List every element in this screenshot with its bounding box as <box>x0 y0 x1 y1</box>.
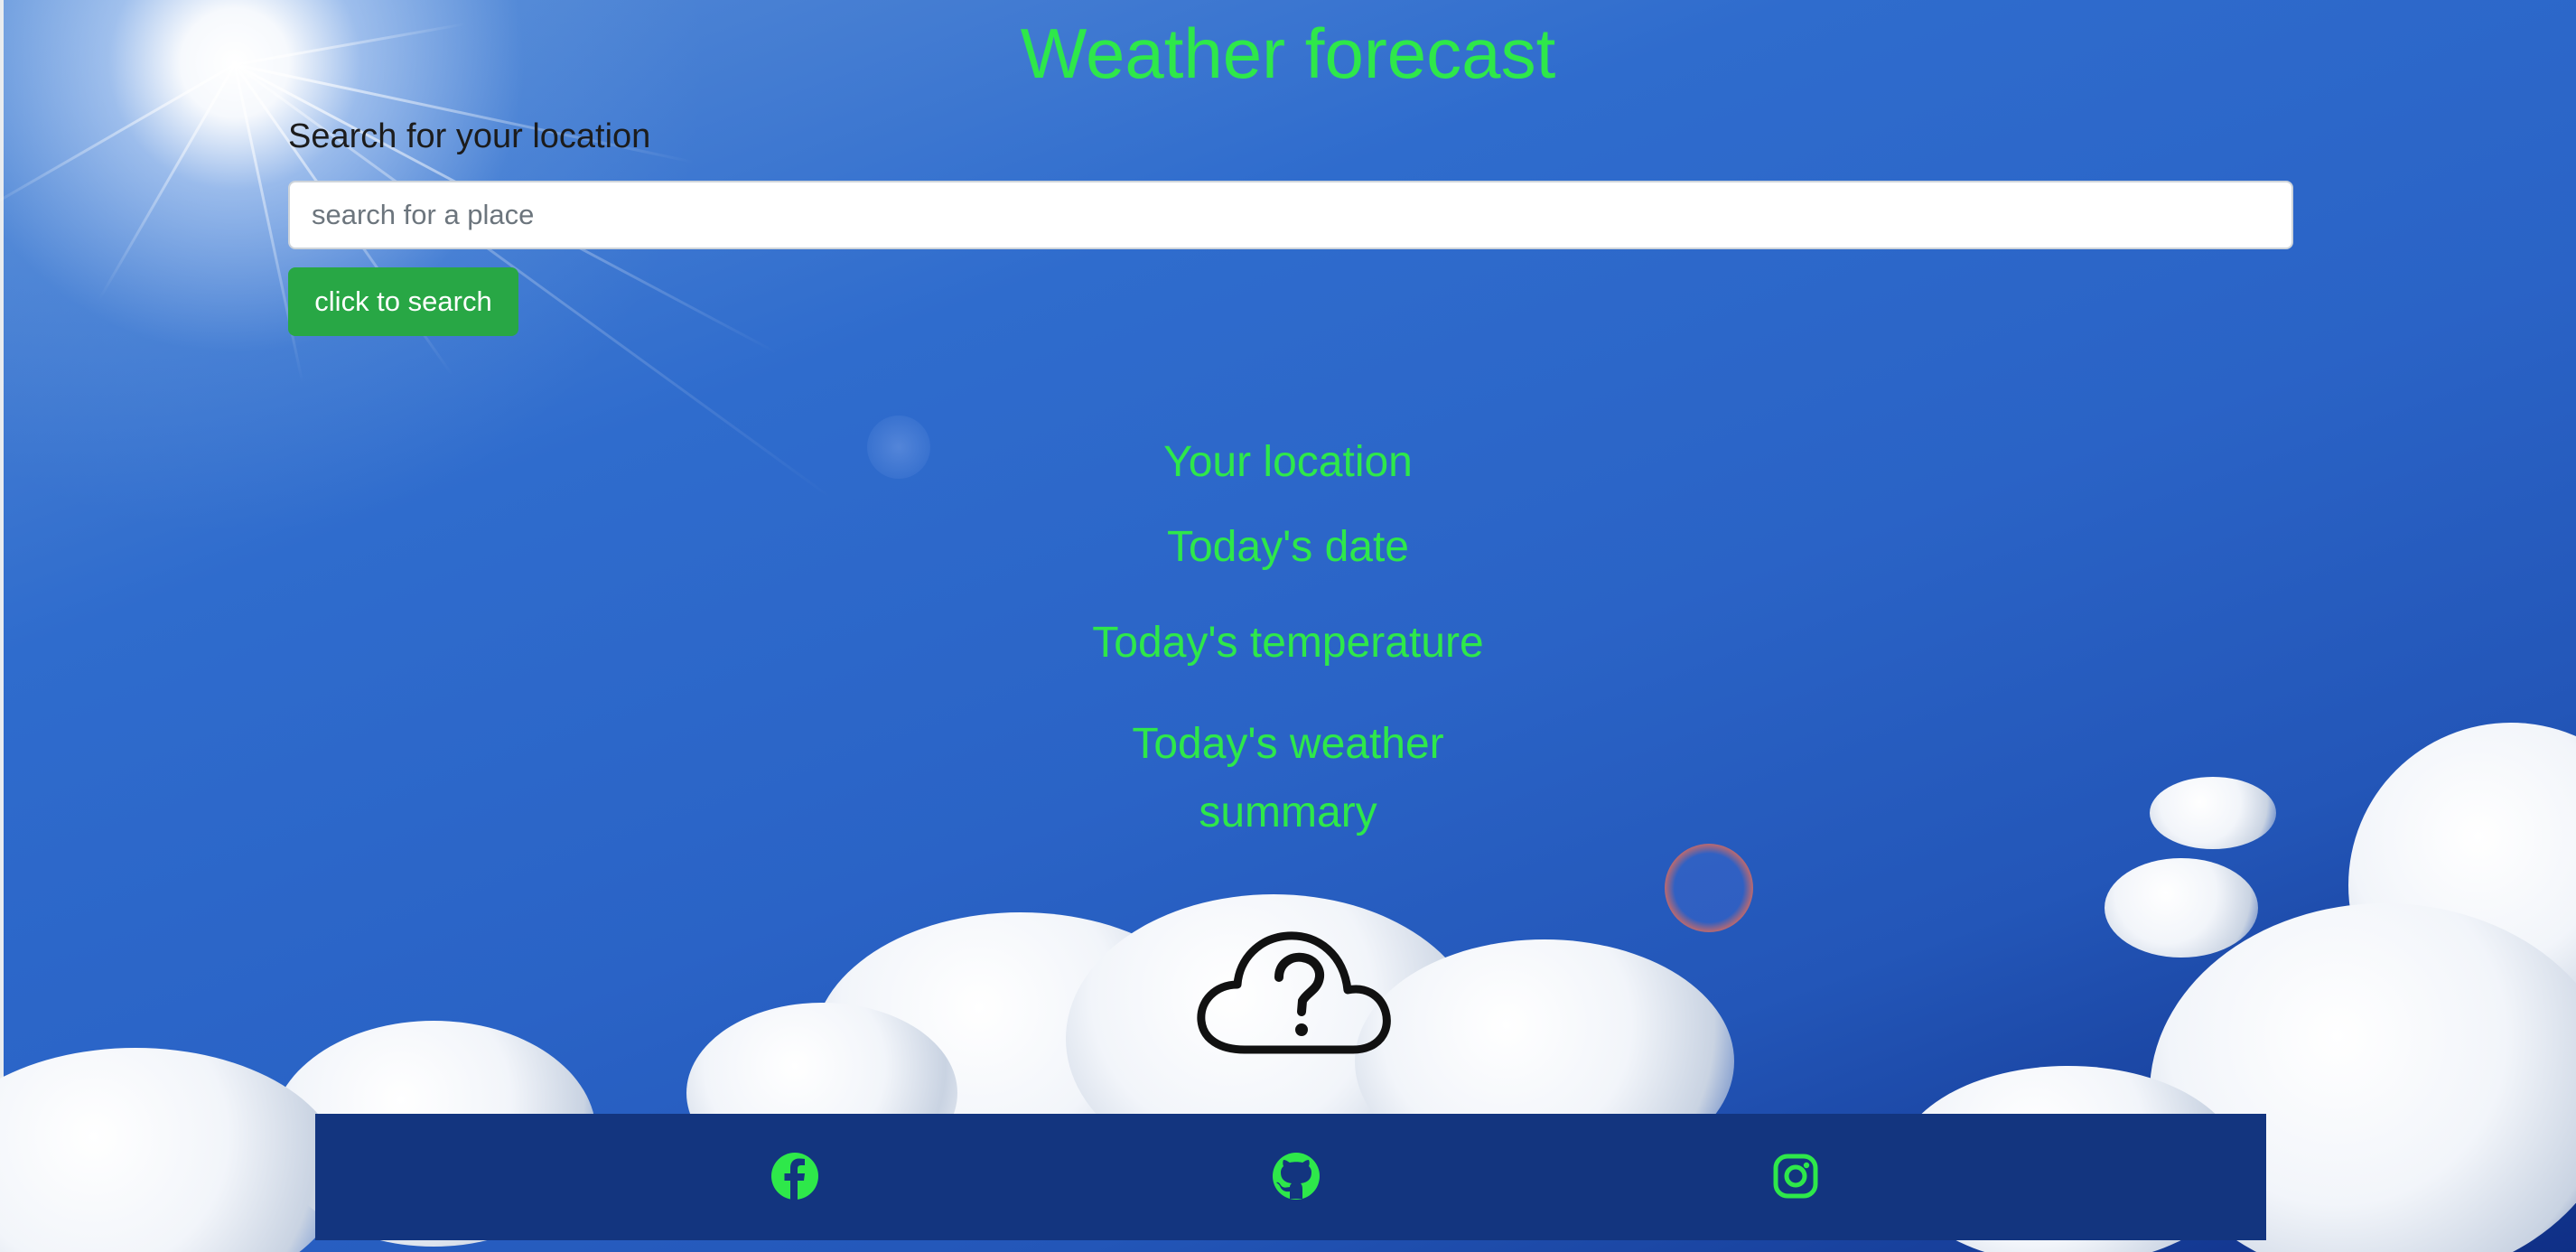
date-text: Today's date <box>1166 523 1409 571</box>
search-button[interactable]: click to search <box>288 267 518 336</box>
instagram-icon[interactable] <box>1770 1151 1821 1201</box>
location-text: Your location <box>1163 438 1413 486</box>
cloud-question-icon <box>1197 931 1391 1054</box>
search-label: Search for your location <box>288 117 651 155</box>
weather-summary-text: Today's weather summary <box>1132 720 1444 836</box>
page-background: Weather forecast Search for your locatio… <box>0 0 2576 1252</box>
search-input[interactable] <box>288 181 2293 249</box>
lens-flare <box>1665 844 1753 932</box>
cloud-shape <box>2105 858 2258 958</box>
github-icon[interactable] <box>1271 1151 1321 1201</box>
facebook-icon[interactable] <box>770 1151 820 1201</box>
cloud-shape <box>2150 777 2276 849</box>
page-title: Weather forecast <box>1020 14 1556 93</box>
temperature-text: Today's temperature <box>1092 619 1484 667</box>
sun-ray <box>98 63 237 301</box>
